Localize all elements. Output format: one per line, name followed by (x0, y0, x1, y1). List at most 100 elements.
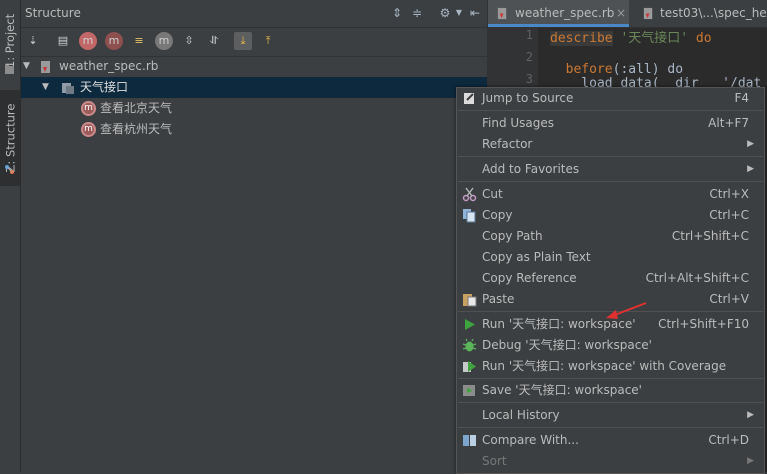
panel-title: Structure (25, 6, 81, 20)
annotation-arrow-icon (606, 302, 647, 319)
show-inherited-icon[interactable]: m (105, 32, 123, 50)
gear-dropdown-icon[interactable]: ▼ (451, 5, 467, 21)
menu-item-copy-path[interactable]: Copy Path Ctrl+Shift+C (457, 226, 764, 247)
menu-separator (458, 378, 763, 379)
menu-item-save-config[interactable]: Save '天气接口: workspace' (457, 380, 764, 401)
menu-separator (458, 181, 763, 182)
menu-label: Run '天气接口: workspace' with Coverage (482, 359, 727, 373)
close-tab-icon[interactable]: × (616, 0, 626, 27)
menu-separator (458, 156, 763, 157)
menu-item-copy-reference[interactable]: Copy Reference Ctrl+Alt+Shift+C (457, 268, 764, 289)
menu-label: Cut (482, 187, 503, 201)
expand-tree-icon[interactable]: ⇳ (180, 32, 198, 50)
editor-tab-weather-spec[interactable]: weather_spec.rb × (488, 0, 629, 27)
menu-shortcut: Ctrl+Shift+F10 (658, 317, 749, 331)
menu-label: Debug '天气接口: workspace' (482, 338, 652, 352)
expand-triangle-icon[interactable]: ▼ (23, 56, 30, 77)
tab-label: test03\...\spec_help (660, 6, 767, 20)
structure-tab-icon (5, 165, 14, 174)
menu-item-copy-plain-text[interactable]: Copy as Plain Text (457, 247, 764, 268)
menu-item-find-usages[interactable]: Find Usages Alt+F7 (457, 113, 764, 134)
menu-item-cut[interactable]: Cut Ctrl+X (457, 184, 764, 205)
coverage-icon (463, 361, 476, 372)
ruby-file-icon (643, 7, 653, 20)
structure-panel: Structure ⇕ ≑ ⚙ ▼ ⇤ ⇣ ▤ m m ≡ m ⇳ ⥯ ⤓ ⤒ … (21, 0, 487, 472)
menu-item-local-history[interactable]: Local History ▶ (457, 405, 764, 426)
menu-item-refactor[interactable]: Refactor ▶ (457, 134, 764, 155)
collapse-tree-icon[interactable]: ⥯ (205, 32, 223, 50)
menu-shortcut: Ctrl+C (709, 208, 749, 222)
collapse-all-icon[interactable]: ≑ (409, 5, 425, 21)
editor-tab-spec-helper[interactable]: test03\...\spec_help (631, 0, 767, 27)
menu-shortcut: Ctrl+Alt+Shift+C (645, 271, 749, 285)
menu-shortcut: Ctrl+V (709, 292, 749, 306)
tab-label: weather_spec.rb (515, 6, 615, 20)
menu-shortcut: Ctrl+X (709, 187, 749, 201)
menu-item-run-coverage[interactable]: Run '天气接口: workspace' with Coverage (457, 356, 764, 377)
menu-label: Jump to Source (482, 91, 574, 105)
jump-to-source-icon (464, 93, 474, 104)
menu-item-add-to-favorites[interactable]: Add to Favorites ▶ (457, 159, 764, 180)
sort-alpha-icon[interactable]: ⇣ (24, 32, 42, 50)
expand-all-icon[interactable]: ⇕ (389, 5, 405, 21)
menu-item-compare-with[interactable]: Compare With... Ctrl+D (457, 430, 764, 451)
hide-panel-icon[interactable]: ⇤ (467, 5, 483, 21)
menu-item-debug[interactable]: Debug '天气接口: workspace' (457, 335, 764, 356)
tree-child-label: 查看杭州天气 (100, 122, 173, 136)
run-icon (465, 319, 475, 330)
tool-window-strip: 1: Project Z: Structure (0, 0, 21, 472)
menu-shortcut: Ctrl+Shift+C (671, 229, 749, 243)
tree-group-label: 天气接口 (80, 80, 129, 94)
show-properties-icon[interactable]: ≡ (130, 32, 148, 50)
code-line-3[interactable]: before(:all) do (550, 62, 683, 77)
menu-separator (458, 402, 763, 403)
autoscroll-from-source-icon[interactable]: ⤒ (259, 32, 277, 50)
structure-toolbar: ⇣ ▤ m m ≡ m ⇳ ⥯ ⤓ ⤒ (21, 28, 487, 57)
expand-triangle-icon[interactable]: ▼ (42, 77, 49, 98)
menu-label: Sort (482, 454, 507, 468)
menu-item-jump-to-source[interactable]: Jump to Source F4 (457, 88, 764, 109)
submenu-arrow-icon: ▶ (747, 410, 754, 420)
menu-separator (458, 427, 763, 428)
menu-label: Paste (482, 292, 515, 306)
menu-label: Find Usages (482, 116, 555, 130)
panel-header: Structure ⇕ ≑ ⚙ ▼ ⇤ (21, 0, 487, 28)
tree-file-label: weather_spec.rb (59, 59, 159, 73)
submenu-arrow-icon: ▶ (747, 139, 754, 149)
submenu-arrow-icon: ▶ (747, 456, 754, 466)
code-string: '天气接口' (612, 31, 689, 46)
paste-icon (463, 294, 477, 307)
describe-block-icon (62, 83, 74, 94)
menu-separator (458, 110, 763, 111)
scissors-icon (462, 187, 477, 202)
menu-label: Compare With... (482, 433, 579, 447)
structure-tab-label: Z: Structure (3, 103, 17, 173)
tree-row-child[interactable]: 查看杭州天气 (21, 119, 487, 140)
menu-shortcut: F4 (734, 91, 749, 105)
test-method-icon (81, 98, 96, 119)
submenu-arrow-icon: ▶ (747, 164, 754, 174)
save-config-icon (463, 385, 475, 396)
menu-label: Local History (482, 408, 560, 422)
menu-label: Refactor (482, 137, 533, 151)
tree-row-group[interactable]: ▼ 天气接口 (21, 77, 487, 98)
menu-label: Save '天气接口: workspace' (482, 383, 642, 397)
tree-row-child[interactable]: 查看北京天气 (21, 98, 487, 119)
menu-label: Copy Path (482, 229, 543, 243)
show-methods-icon[interactable]: m (79, 32, 97, 50)
code-args: (:all) do (612, 62, 684, 77)
show-includes-icon[interactable]: m (155, 32, 173, 50)
code-line-1[interactable]: describe '天气接口' do (550, 27, 712, 46)
menu-item-sort[interactable]: Sort ▶ (457, 451, 764, 472)
autoscroll-to-source-icon[interactable]: ⤓ (234, 32, 252, 50)
context-menu: Jump to Source F4 Find Usages Alt+F7 Ref… (456, 87, 765, 474)
code-keyword: before (550, 62, 613, 77)
line-number: 1 (525, 28, 533, 42)
show-fields-icon[interactable]: ▤ (54, 32, 72, 50)
tree-child-label: 查看北京天气 (100, 101, 173, 115)
tree-row-file[interactable]: ▼ weather_spec.rb (21, 56, 487, 77)
menu-shortcut: Ctrl+D (708, 433, 749, 447)
menu-item-copy[interactable]: Copy Ctrl+C (457, 205, 764, 226)
code-keyword: do (688, 31, 712, 46)
project-tab-label: 1: Project (3, 13, 18, 69)
